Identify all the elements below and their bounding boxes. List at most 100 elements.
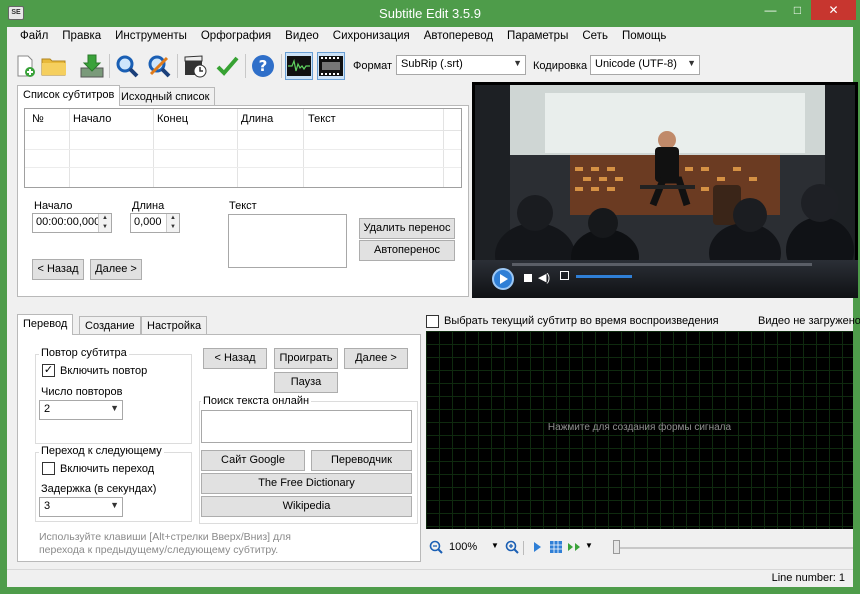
translator-button[interactable]: Переводчик xyxy=(311,450,412,471)
waveform-panel[interactable]: Нажмите для создания формы сигнала xyxy=(426,331,853,529)
duration-input[interactable]: 0,000 ▲ ▼ xyxy=(130,213,180,233)
goto-next-group-title: Переход к следующему xyxy=(39,445,164,457)
find-replace-icon xyxy=(148,55,171,78)
enable-repeat-checkbox[interactable]: ✓ xyxy=(42,364,55,377)
tab-settings[interactable]: Настройка xyxy=(141,316,208,335)
maximize-button[interactable]: □ xyxy=(784,0,811,20)
grid-column-number[interactable]: № xyxy=(32,113,44,125)
encoding-select[interactable]: Unicode (UTF-8) ▼ xyxy=(590,55,700,75)
playback-pause-button[interactable]: Пауза xyxy=(274,372,338,393)
video-scene-image xyxy=(475,85,855,260)
minimize-button[interactable]: — xyxy=(757,0,784,20)
menu-options[interactable]: Параметры xyxy=(500,27,575,47)
menu-network[interactable]: Сеть xyxy=(575,27,615,47)
repeat-count-select[interactable]: 2 ▼ xyxy=(39,400,123,420)
delay-select[interactable]: 3 ▼ xyxy=(39,497,123,517)
select-current-subtitle-checkbox[interactable] xyxy=(426,315,439,328)
format-select[interactable]: SubRip (.srt) ▼ xyxy=(396,55,526,75)
folder-icon xyxy=(41,58,66,76)
grid-view-icon[interactable] xyxy=(549,540,563,554)
playback-prev-button[interactable]: < Назад xyxy=(203,348,267,369)
chevron-down-icon: ▼ xyxy=(513,58,522,68)
format-label: Формат xyxy=(353,60,393,72)
video-controls: ◀) xyxy=(472,260,858,298)
film-strip-icon xyxy=(319,56,343,76)
start-time-input[interactable]: 00:00:00,000 ▲ ▼ xyxy=(32,213,112,233)
spin-down-icon[interactable]: ▼ xyxy=(167,223,179,232)
menu-spellcheck[interactable]: Орфография xyxy=(194,27,278,47)
grid-column-duration[interactable]: Длина xyxy=(241,113,273,125)
visual-sync-button[interactable] xyxy=(181,52,209,80)
replace-button[interactable] xyxy=(145,52,173,80)
spin-down-icon[interactable]: ▼ xyxy=(99,223,111,232)
new-file-button[interactable] xyxy=(11,52,39,80)
spin-up-icon[interactable]: ▲ xyxy=(99,214,111,223)
play-button[interactable] xyxy=(492,268,514,290)
slider-handle[interactable] xyxy=(613,540,620,554)
search-online-input[interactable] xyxy=(201,410,412,443)
grid-column-end[interactable]: Конец xyxy=(157,113,188,125)
menu-sync[interactable]: Сихронизация xyxy=(326,27,417,47)
close-button[interactable]: ✕ xyxy=(811,0,856,20)
video-player[interactable]: ◀) xyxy=(472,82,858,298)
chevron-down-icon: ▼ xyxy=(687,58,696,68)
double-arrow-icon[interactable] xyxy=(567,541,585,553)
menu-edit[interactable]: Правка xyxy=(55,27,108,47)
chevron-down-icon[interactable]: ▼ xyxy=(585,541,593,550)
remove-linebreak-button[interactable]: Удалить перенос xyxy=(359,218,455,239)
fullscreen-icon[interactable] xyxy=(560,271,569,280)
waveform-position-slider[interactable] xyxy=(615,547,853,549)
toggle-waveform-button[interactable] xyxy=(285,52,313,80)
auto-linebreak-button[interactable]: Автоперенос xyxy=(359,240,455,261)
enable-goto-next-label: Включить переход xyxy=(60,463,155,475)
enable-goto-next-checkbox[interactable] xyxy=(42,462,55,475)
zoom-out-icon[interactable] xyxy=(429,540,443,554)
open-file-button[interactable] xyxy=(40,52,68,80)
prev-subtitle-button[interactable]: < Назад xyxy=(32,259,84,280)
tab-source-list[interactable]: Исходный список xyxy=(115,87,216,106)
save-file-button[interactable] xyxy=(78,52,106,80)
menu-file[interactable]: Файл xyxy=(13,27,55,47)
video-seek-bar[interactable] xyxy=(512,263,812,266)
playback-play-button[interactable]: Проиграть xyxy=(274,348,338,369)
grid-column-text[interactable]: Текст xyxy=(308,113,336,125)
menu-autotranslate[interactable]: Автоперевод xyxy=(417,27,500,47)
zoom-level[interactable]: 100% xyxy=(449,541,477,553)
stop-icon[interactable] xyxy=(524,274,532,282)
subtitle-text-input[interactable] xyxy=(228,214,347,268)
volume-icon[interactable]: ◀) xyxy=(538,271,550,284)
play-icon[interactable] xyxy=(531,541,543,553)
zoom-in-icon[interactable] xyxy=(505,540,519,554)
spellcheck-button[interactable] xyxy=(213,52,241,80)
select-current-subtitle-label: Выбрать текущий субтитр во время воспрои… xyxy=(444,315,719,327)
find-button[interactable] xyxy=(113,52,141,80)
subtitle-grid[interactable]: № Начало Конец Длина Текст xyxy=(24,108,462,188)
wikipedia-button[interactable]: Wikipedia xyxy=(201,496,412,517)
menu-help[interactable]: Помощь xyxy=(615,27,673,47)
tab-subtitle-list[interactable]: Список субтитров xyxy=(17,85,121,106)
download-icon xyxy=(80,54,104,78)
waveform-placeholder: Нажмите для создания формы сигнала xyxy=(547,422,732,433)
next-subtitle-button[interactable]: Далее > xyxy=(90,259,142,280)
hint-text: Используйте клавиши [Alt+стрелки Вверх/В… xyxy=(39,531,291,556)
duration-label: Длина xyxy=(132,200,165,212)
video-frame xyxy=(475,85,855,260)
playback-next-button[interactable]: Далее > xyxy=(344,348,408,369)
repeat-count-label: Число повторов xyxy=(41,386,123,398)
toggle-video-button[interactable] xyxy=(317,52,345,80)
free-dictionary-button[interactable]: The Free Dictionary xyxy=(201,473,412,494)
translate-panel: Повтор субтитра ✓ Включить повтор Число … xyxy=(17,334,421,562)
grid-column-start[interactable]: Начало xyxy=(73,113,111,125)
volume-slider[interactable] xyxy=(576,275,632,278)
checkmark-icon xyxy=(216,56,239,76)
tab-create[interactable]: Создание xyxy=(79,316,141,335)
chevron-down-icon[interactable]: ▼ xyxy=(491,541,499,550)
help-button[interactable]: ? xyxy=(249,52,277,80)
chevron-down-icon: ▼ xyxy=(110,403,119,413)
google-button[interactable]: Сайт Google xyxy=(201,450,305,471)
search-online-title: Поиск текста онлайн xyxy=(201,395,312,407)
menu-video[interactable]: Видео xyxy=(278,27,326,47)
menu-tools[interactable]: Инструменты xyxy=(108,27,194,47)
spin-up-icon[interactable]: ▲ xyxy=(167,214,179,223)
tab-translate[interactable]: Перевод xyxy=(17,314,74,335)
